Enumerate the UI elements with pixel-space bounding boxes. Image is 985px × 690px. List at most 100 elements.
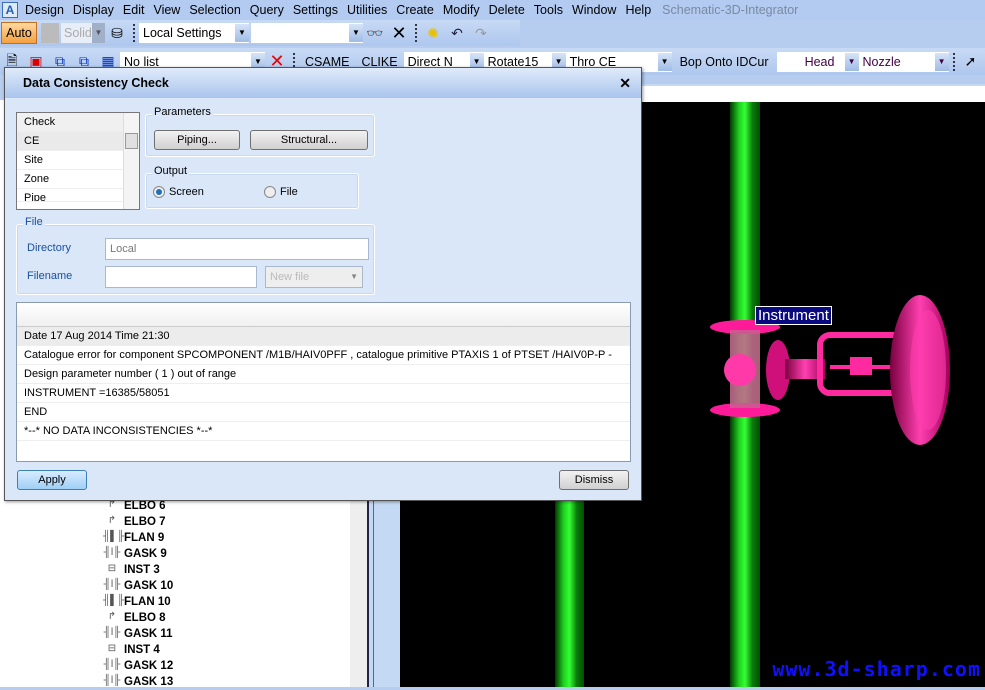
log-line: INSTRUMENT =16385/58051 (17, 384, 630, 403)
directory-label: Directory (27, 242, 72, 254)
menu-create[interactable]: Create (392, 3, 439, 17)
nozzle-value: Nozzle (862, 54, 901, 69)
tree-item[interactable]: ⊟ INST 3 (103, 562, 160, 578)
file-group: File Directory Local Filename New file ▼ (16, 216, 375, 295)
tree-item[interactable]: ╢▌╟ FLAN 10 (103, 594, 171, 610)
tree-item[interactable]: ⊟ INST 4 (103, 642, 160, 658)
check-list-item[interactable]: Zone (17, 170, 123, 189)
cylinder-icon[interactable]: ⛁ (107, 23, 127, 43)
viewport-header (640, 84, 985, 102)
redo-icon[interactable]: ↷ (471, 23, 491, 43)
check-list-header: Check (17, 113, 123, 132)
tree-item-label: ELBO 6 (124, 500, 166, 512)
chevron-down-icon[interactable]: ▼ (844, 52, 859, 71)
menu-help[interactable]: Help (621, 3, 656, 17)
tree-item[interactable]: ╢ǀ╟ GASK 12 (103, 658, 174, 674)
chevron-down-icon[interactable]: ▼ (934, 52, 949, 71)
menu-utilities[interactable]: Utilities (343, 3, 392, 17)
menu-edit[interactable]: Edit (119, 3, 150, 17)
log-line: Design parameter number ( 1 ) out of ran… (17, 365, 630, 384)
light-icon[interactable]: ✺ (423, 23, 443, 43)
chevron-down-icon[interactable]: ▼ (657, 52, 672, 71)
menu-modify[interactable]: Modify (439, 3, 485, 17)
gasket-icon: ╢ǀ╟ (103, 579, 121, 590)
tree-item[interactable]: ╢ǀ╟ GASK 13 (103, 674, 174, 690)
log-line: Date 17 Aug 2014 Time 21:30 (17, 327, 630, 346)
elbow-icon: ↱ (107, 499, 117, 510)
undo-icon[interactable]: ↶ (447, 23, 467, 43)
dialog-titlebar[interactable]: Data Consistency Check ✕ (5, 68, 641, 98)
head-combo[interactable]: Head ▼ (776, 51, 859, 72)
menu-display[interactable]: Display (69, 3, 119, 17)
settings-combo[interactable]: Local Settings ▼ (139, 23, 249, 43)
tree-item[interactable]: ↱ ELBO 8 (103, 610, 166, 626)
menu-settings[interactable]: Settings (289, 3, 343, 17)
output-label: Output (152, 165, 190, 177)
gasket-icon: ╢ǀ╟ (103, 659, 121, 670)
chevron-down-icon[interactable]: ▼ (235, 24, 249, 42)
bop-onto-button[interactable]: Bop Onto IDCur (672, 55, 777, 69)
nozzle-combo[interactable]: Nozzle ▼ (858, 51, 949, 72)
chevron-down-icon[interactable]: ▼ (349, 24, 363, 42)
tree-item[interactable]: ↱ ELBO 7 (103, 514, 166, 530)
log-line: END (17, 403, 630, 422)
elbow-icon: ↱ (107, 515, 117, 526)
tree-item[interactable]: ╢ǀ╟ GASK 9 (103, 546, 167, 562)
output-group: Output Screen File (145, 165, 359, 209)
check-list-scrollbar[interactable] (123, 113, 139, 209)
output-log[interactable]: Date 17 Aug 2014 Time 21:30 Catalogue er… (16, 302, 631, 462)
tree-item-label: GASK 9 (124, 548, 167, 560)
tree-item-label: FLAN 9 (124, 532, 165, 544)
tree-item-label: INST 3 (124, 564, 160, 576)
menu-tools[interactable]: Tools (530, 3, 568, 17)
menu-view[interactable]: View (149, 3, 185, 17)
instrument-icon: ⊟ (107, 563, 117, 574)
check-list[interactable]: Check CE Site Zone Pipe (16, 112, 140, 210)
auto-button[interactable]: Auto (1, 22, 37, 44)
check-list-item[interactable]: Pipe (17, 189, 123, 202)
toolbar-main: Auto Solid ▼ ⛁ Local Settings ▼ ▼ 👓 ✕ ✺ ↶ … (0, 20, 520, 46)
tree-item[interactable]: ╢ǀ╟ GASK 10 (103, 578, 174, 594)
check-list-item[interactable]: CE (17, 132, 123, 151)
dismiss-button[interactable]: Dismiss (559, 470, 629, 490)
tree-item[interactable]: ╢ǀ╟ GASK 11 (103, 626, 173, 642)
tree-item-label: FLAN 10 (124, 596, 171, 608)
log-line: Catalogue error for component SPCOMPONEN… (17, 346, 630, 365)
check-list-item[interactable]: Site (17, 151, 123, 170)
binoculars-icon[interactable]: 👓 (365, 23, 385, 43)
app-logo-icon: A (2, 2, 18, 18)
settings-combo-2[interactable]: ▼ (251, 23, 363, 43)
piping-button[interactable]: Piping... (154, 130, 240, 150)
actuator-block (850, 357, 872, 375)
close-icon[interactable]: ✕ (389, 23, 409, 43)
solid-combo[interactable]: Solid ▼ (61, 23, 105, 43)
menu-design[interactable]: Design (21, 3, 69, 17)
close-icon[interactable]: ✕ (619, 75, 631, 92)
menu-query[interactable]: Query (246, 3, 289, 17)
screen-radio[interactable]: Screen (153, 186, 204, 199)
new-file-combo[interactable]: New file ▼ (265, 266, 363, 288)
color-swatch[interactable] (41, 23, 59, 43)
head-value: Head (804, 54, 835, 69)
menu-selection[interactable]: Selection (185, 3, 245, 17)
toolbar-separator (133, 24, 135, 42)
screen-label: Screen (169, 186, 204, 198)
instrument-tag[interactable]: Instrument (755, 306, 832, 325)
structural-button[interactable]: Structural... (250, 130, 368, 150)
directory-input[interactable]: Local (105, 238, 369, 260)
chevron-down-icon: ▼ (350, 272, 358, 281)
toolbar-separator (415, 24, 417, 42)
app-title: Schematic-3D-Integrator (662, 3, 799, 17)
apply-button[interactable]: Apply (17, 470, 87, 490)
new-file-value: New file (270, 271, 310, 283)
file-radio-label: File (280, 186, 298, 198)
filename-input[interactable] (105, 266, 257, 288)
gasket-icon: ╢ǀ╟ (103, 627, 121, 638)
parameters-group: Parameters Piping... Structural... (145, 106, 375, 157)
file-radio[interactable]: File (264, 186, 298, 199)
menu-delete[interactable]: Delete (485, 3, 530, 17)
menu-window[interactable]: Window (568, 3, 621, 17)
tree-item-label: GASK 13 (124, 676, 174, 688)
tree-item[interactable]: ╢▌╟ FLAN 9 (103, 530, 164, 546)
pointer-icon[interactable]: ➚ (961, 52, 981, 72)
